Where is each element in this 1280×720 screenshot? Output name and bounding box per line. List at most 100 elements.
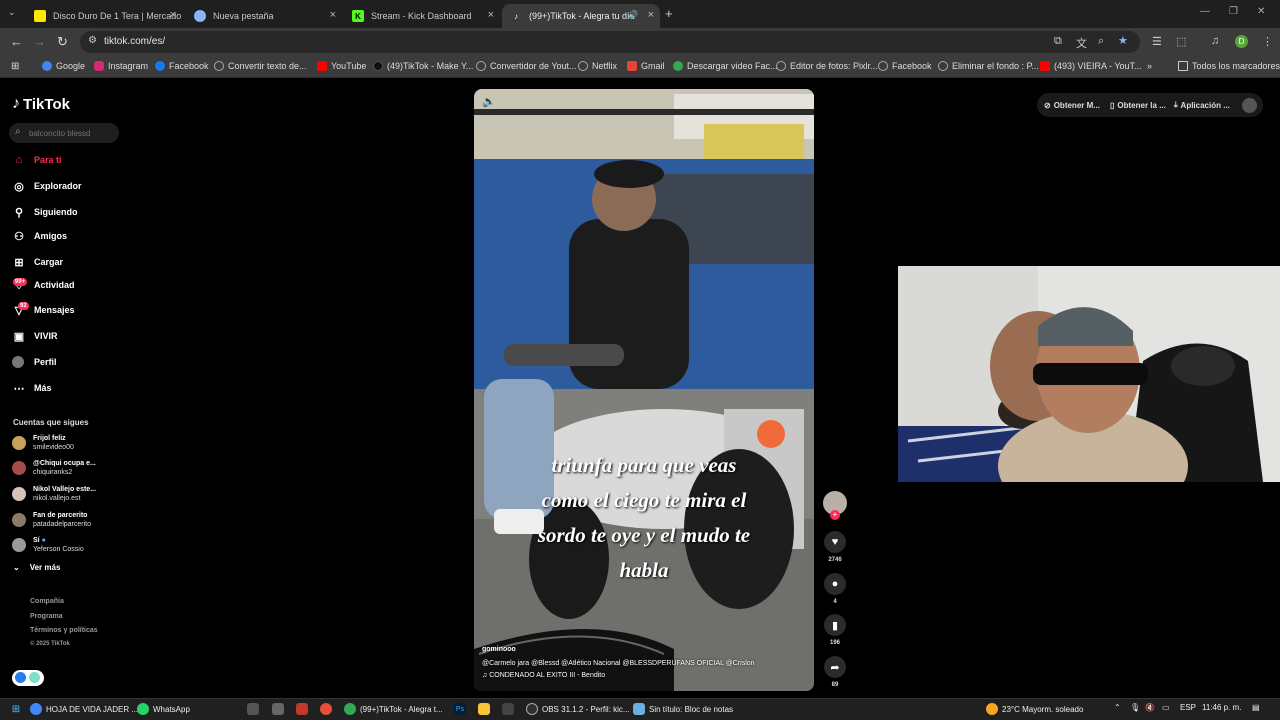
- calculator-icon[interactable]: [247, 703, 263, 715]
- like-action[interactable]: ♥ 2746: [822, 531, 848, 563]
- red-app-icon[interactable]: [296, 703, 312, 715]
- mail-icon[interactable]: [272, 703, 288, 715]
- bookmark-google[interactable]: Google: [42, 61, 85, 71]
- bookmark-pixlr[interactable]: Editor de fotos: Pixlr...: [776, 61, 878, 71]
- desktop-app-button[interactable]: ⤓ Aplicación ...: [1174, 97, 1230, 113]
- zoom-icon[interactable]: ⌕: [1098, 35, 1104, 48]
- nav-mas[interactable]: ⋯ Más: [12, 379, 52, 397]
- tray-chevron-icon[interactable]: ⌃: [1114, 703, 1121, 712]
- address-bar[interactable]: ⚙ tiktok.com/es/ ⧉ 文 ⌕ ★: [80, 31, 1140, 53]
- mute-icon[interactable]: 🔇: [1145, 703, 1155, 712]
- browser-tab[interactable]: Nueva pestaña ×: [186, 4, 342, 28]
- tiktok-logo[interactable]: ♪ TikTok: [12, 95, 70, 113]
- browser-tab[interactable]: K Stream - Kick Dashboard ×: [344, 4, 500, 28]
- video-author[interactable]: gominooo: [482, 646, 516, 653]
- back-icon[interactable]: ←: [10, 34, 23, 49]
- taskbar-item-tiktok[interactable]: (99+)TikTok - Alegra t...: [344, 703, 443, 715]
- following-account[interactable]: Nikol Vallejo este... nikol.vallejo.est: [12, 483, 96, 505]
- network-icon[interactable]: ▭: [1162, 703, 1170, 712]
- reading-list-icon[interactable]: ☰: [1152, 35, 1162, 48]
- shield-app-icon[interactable]: [320, 703, 336, 715]
- more-bookmarks-icon[interactable]: »: [1147, 61, 1152, 71]
- profile-avatar[interactable]: D: [1235, 35, 1248, 48]
- extensions-icon[interactable]: ⬚: [1176, 35, 1186, 48]
- browser-tab[interactable]: Disco Duro De 1 Tera | Mercado ×: [26, 4, 182, 28]
- photoshop-icon[interactable]: Ps: [454, 703, 470, 715]
- reload-icon[interactable]: ↻: [57, 34, 68, 50]
- bookmark-convertidor-youtube[interactable]: Convertidor de Yout...: [476, 61, 577, 71]
- search-box[interactable]: ⌕: [9, 123, 119, 143]
- close-tab-icon[interactable]: ×: [648, 9, 654, 21]
- search-input[interactable]: [29, 126, 115, 140]
- bookmark-star-icon[interactable]: ★: [1118, 34, 1128, 47]
- restore-icon[interactable]: ❐: [1229, 6, 1238, 17]
- comment-action[interactable]: ● 4: [822, 573, 848, 605]
- nav-amigos[interactable]: ⚇ Amigos: [12, 227, 67, 245]
- browser-tab-active[interactable]: ♪ (99+)TikTok - Alegra tu día 🔊 ×: [502, 4, 660, 28]
- bookmark-tiktok[interactable]: (49)TikTok - Make Y...: [373, 61, 473, 71]
- taskbar-item-whatsapp[interactable]: WhatsApp: [137, 703, 190, 715]
- bookmark-facebook-2[interactable]: Facebook: [878, 61, 932, 71]
- save-action[interactable]: ▮ 196: [822, 614, 848, 646]
- taskbar-item-notepad[interactable]: Sin título: Bloc de notas: [633, 703, 733, 715]
- effects-toggle[interactable]: [12, 670, 44, 686]
- following-account[interactable]: Sí ● Yeferson Cossio: [12, 534, 84, 556]
- video-sound[interactable]: ♫ CONDENADO AL EXITO III - Bendito: [482, 672, 605, 679]
- taskbar-item-hoja-de-vida[interactable]: HOJA DE VIDA JADER ...: [30, 703, 138, 715]
- bookmark-instagram[interactable]: Instagram: [94, 61, 148, 71]
- following-account[interactable]: Fan de parcerito patadadelparcerito: [12, 509, 91, 531]
- nav-siguiendo[interactable]: ⚲ Siguiendo: [12, 203, 78, 221]
- share-action[interactable]: ➦ 89: [822, 656, 848, 688]
- nav-cargar[interactable]: ⊞ Cargar: [12, 253, 63, 271]
- tab-search-button[interactable]: ⌄: [8, 7, 16, 18]
- following-account[interactable]: @Chiqui ocupa e... chiquiranks2: [12, 457, 96, 479]
- follow-plus-icon[interactable]: +: [830, 510, 840, 520]
- weather-widget[interactable]: 23°C Mayorm. soleado: [986, 703, 1083, 715]
- new-tab-icon[interactable]: +: [665, 6, 673, 21]
- get-coins-button[interactable]: ⊘ Obtener M...: [1044, 97, 1100, 113]
- close-tab-icon[interactable]: ×: [170, 9, 176, 21]
- nav-perfil[interactable]: Perfil: [12, 353, 57, 371]
- speaker-icon[interactable]: 🔊: [628, 10, 638, 19]
- menu-icon[interactable]: ⋮: [1262, 35, 1273, 48]
- minimize-icon[interactable]: —: [1200, 6, 1210, 17]
- bookmark-convertir-texto[interactable]: Convertir texto de...: [214, 61, 307, 71]
- media-icon[interactable]: ♫: [1211, 35, 1219, 47]
- close-tab-icon[interactable]: ×: [488, 9, 494, 21]
- close-tab-icon[interactable]: ×: [330, 9, 336, 21]
- taskbar-item-obs[interactable]: OBS 31.1.2 - Perfil: kic...: [526, 703, 630, 715]
- forward-icon[interactable]: →: [33, 34, 46, 49]
- footer-terms[interactable]: Términos y políticas: [30, 627, 98, 634]
- bookmark-youtube[interactable]: YouTube: [317, 61, 366, 71]
- bookmark-descargar-video[interactable]: Descargar video Fac...: [673, 61, 778, 71]
- windows-start-icon[interactable]: ⊞: [10, 703, 26, 715]
- close-window-icon[interactable]: ✕: [1257, 6, 1265, 17]
- nav-explorador[interactable]: ◎ Explorador: [12, 177, 81, 195]
- video-player[interactable]: 🔈 triunfa para que veas como el ciego te…: [474, 89, 814, 691]
- file-explorer-icon[interactable]: [478, 703, 494, 715]
- microphone-icon[interactable]: 🎙: [1130, 703, 1140, 712]
- volume-icon[interactable]: 🔈: [482, 95, 496, 108]
- notifications-icon[interactable]: ▤: [1252, 703, 1260, 712]
- bookmark-facebook[interactable]: Facebook: [155, 61, 209, 71]
- nav-para-ti[interactable]: ⌂ Para ti: [12, 151, 62, 169]
- install-app-icon[interactable]: ⧉: [1054, 35, 1062, 48]
- language-indicator[interactable]: ESP: [1180, 703, 1196, 712]
- translate-icon[interactable]: 文: [1076, 35, 1087, 51]
- creator-avatar-action[interactable]: +: [822, 491, 848, 520]
- user-avatar[interactable]: [1242, 98, 1257, 113]
- nav-vivir[interactable]: ▣ VIVIR: [12, 327, 58, 345]
- bookmark-gmail[interactable]: Gmail: [627, 61, 665, 71]
- following-account[interactable]: Frijol feliz smilevideo00: [12, 432, 74, 454]
- all-bookmarks-folder[interactable]: Todos los marcadores: [1178, 61, 1280, 71]
- bookmark-netflix[interactable]: Netflix: [578, 61, 617, 71]
- terminal-icon[interactable]: [502, 703, 518, 715]
- get-app-button[interactable]: ▯ Obtener la ...: [1110, 97, 1166, 113]
- apps-icon[interactable]: ⊞: [11, 61, 19, 72]
- bookmark-vieira-youtube[interactable]: (493) VIEIRA - YouT...: [1040, 61, 1142, 71]
- footer-program[interactable]: Programa: [30, 613, 63, 620]
- see-more-button[interactable]: ⌄ Ver más: [13, 563, 60, 572]
- site-info-icon[interactable]: ⚙: [88, 35, 97, 46]
- clock[interactable]: 11:46 p. m.: [1202, 703, 1241, 712]
- footer-company[interactable]: Compañía: [30, 598, 64, 605]
